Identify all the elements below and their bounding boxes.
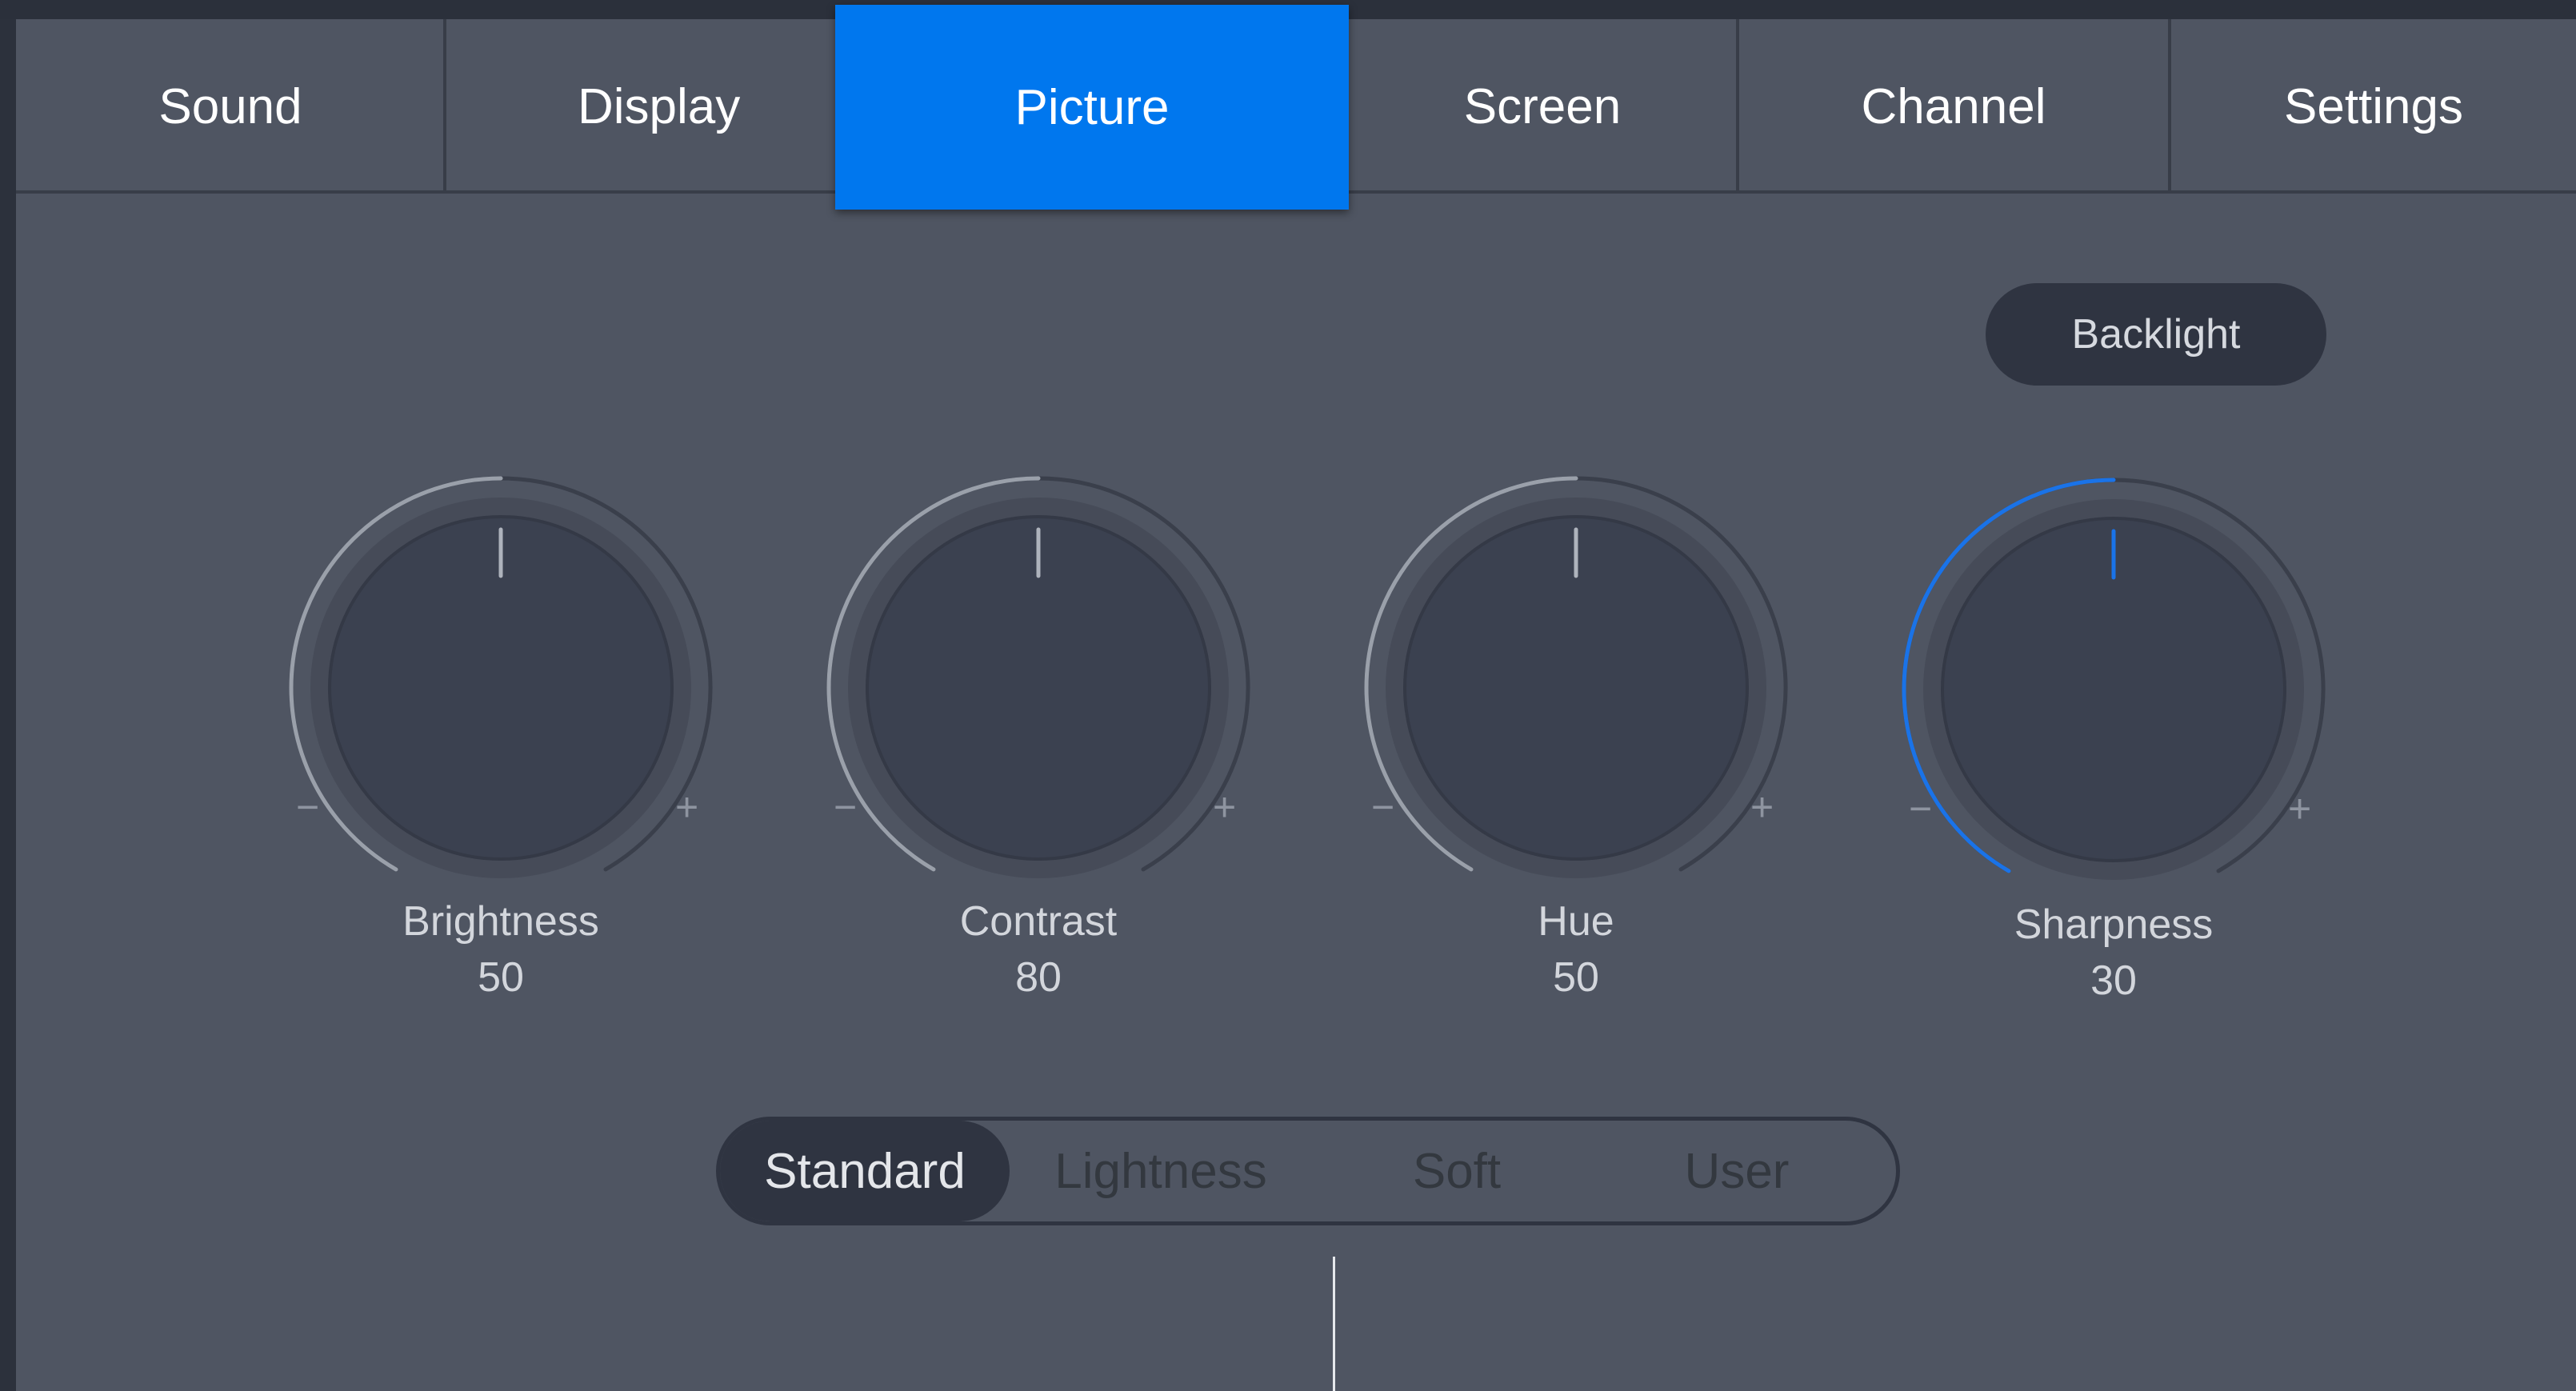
knob-value: 30 — [2090, 957, 2137, 1004]
knob-value: 80 — [1015, 954, 1062, 1001]
tv-settings-screen: Sound Display Picture Screen Channel Set… — [0, 0, 2576, 1391]
plus-icon[interactable]: + — [1213, 787, 1236, 827]
knob-label: Sharpness — [2014, 901, 2214, 948]
plus-icon[interactable]: + — [675, 787, 698, 827]
tab-sound[interactable]: Sound — [16, 19, 445, 194]
plus-icon[interactable]: + — [1750, 787, 1774, 827]
knob-value: 50 — [478, 954, 524, 1001]
minus-icon[interactable]: − — [1371, 787, 1394, 827]
picture-mode-selector: Standard Lightness Soft User — [716, 1117, 1900, 1225]
contrast-knob[interactable] — [814, 464, 1262, 912]
tab-picture[interactable]: Picture — [835, 5, 1349, 210]
divider-line — [1333, 1257, 1335, 1391]
sharpness-control: − + Sharpness 30 — [1890, 466, 2338, 1041]
minus-icon[interactable]: − — [834, 787, 857, 827]
plus-icon[interactable]: + — [2288, 789, 2311, 829]
knob-label: Hue — [1538, 898, 1614, 945]
tab-screen[interactable]: Screen — [1349, 19, 1736, 194]
contrast-control: − + Contrast 80 — [814, 464, 1262, 1040]
mode-soft[interactable]: Soft — [1312, 1121, 1602, 1221]
brightness-control: − + Brightness 50 — [277, 464, 725, 1040]
hue-control: − + Hue 50 — [1352, 464, 1800, 1040]
tab-channel[interactable]: Channel — [1739, 19, 2168, 194]
mode-standard[interactable]: Standard — [720, 1121, 1010, 1221]
mode-lightness[interactable]: Lightness — [1016, 1121, 1306, 1221]
knob-label: Brightness — [402, 898, 599, 945]
tab-settings[interactable]: Settings — [2171, 19, 2576, 194]
mode-user[interactable]: User — [1592, 1121, 1882, 1221]
minus-icon[interactable]: − — [1909, 789, 1932, 829]
knob-label: Contrast — [959, 898, 1118, 945]
backlight-button[interactable]: Backlight — [1986, 283, 2326, 386]
knob-value: 50 — [1553, 954, 1599, 1001]
minus-icon[interactable]: − — [296, 787, 319, 827]
sharpness-knob[interactable] — [1890, 466, 2338, 913]
brightness-knob[interactable] — [277, 464, 725, 912]
hue-knob[interactable] — [1352, 464, 1800, 912]
